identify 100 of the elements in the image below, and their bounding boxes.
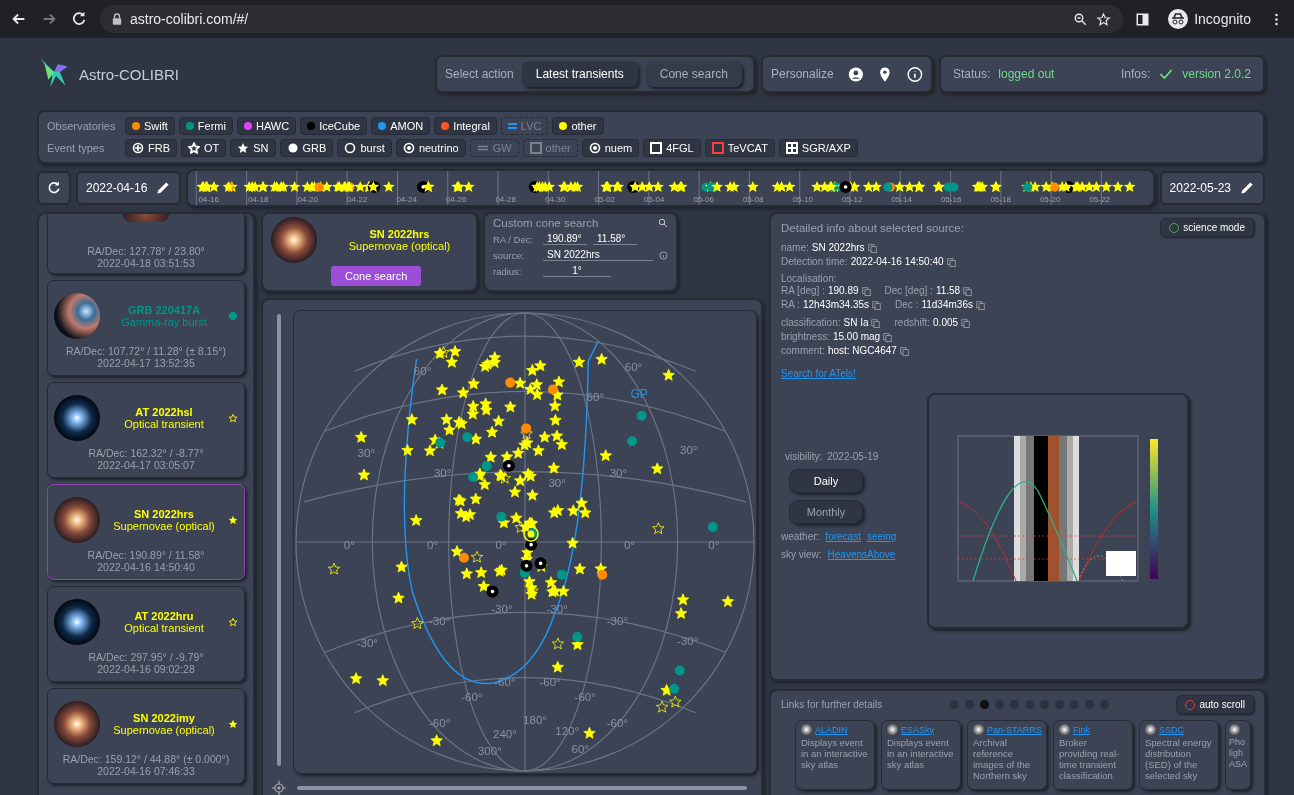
bookmark-star-icon[interactable]	[1096, 11, 1112, 27]
source-card[interactable]: AT 2022hru Optical transient RA/Dec: 297.95° / -9.79° 2022-04-16 09:02:28	[47, 586, 245, 682]
link-card[interactable]: SSDC Spectral energy distribution (SED) of the selected sky	[1139, 720, 1219, 790]
start-date-button[interactable]: 2022-04-16	[76, 171, 182, 205]
grid-label: 60°	[624, 361, 643, 374]
timeline-date-label: 04-24	[395, 195, 418, 204]
observatory-chip[interactable]: HAWC	[236, 117, 297, 135]
copy-icon[interactable]	[867, 243, 877, 253]
event-type-chip[interactable]: nuem	[581, 139, 640, 157]
timeline-date-label: 05-04	[642, 195, 666, 204]
event-type-chip[interactable]: OT	[181, 139, 227, 157]
refresh-button[interactable]	[37, 171, 71, 205]
ra-dec-text: RA/Dec: 159.12° / 44.88° (± 0.000°)	[62, 753, 230, 765]
visibility-mode-button[interactable]: Daily	[789, 469, 863, 493]
timeline-track[interactable]: 04-16 04-18 04-20 04-22 04-24 04-26 04-28 04-30 05-02 05-04 05-06 05-08 05-10 05-12 05-14 05-16 05-18 05-20 05-22	[186, 169, 1155, 207]
zoom-icon[interactable]	[1073, 11, 1089, 27]
links-title: Links for further details	[781, 699, 883, 710]
source-input-field[interactable]: SN 2022hrs	[543, 249, 653, 261]
vertical-slider[interactable]	[277, 314, 281, 766]
link-card[interactable]: Fink Broker providing real-time transient classification	[1053, 720, 1133, 790]
observatory-chip[interactable]: Swift	[125, 117, 175, 135]
horizontal-slider[interactable]	[297, 786, 747, 790]
service-logo-icon	[887, 724, 898, 735]
grid-label: -30°	[356, 637, 378, 650]
observatory-chip[interactable]: Fermi	[178, 117, 233, 135]
address-bar[interactable]: astro-colibri.com/#/	[100, 5, 1124, 33]
service-logo-icon	[1229, 724, 1240, 735]
action-tab[interactable]: Cone search	[645, 61, 742, 87]
detection-time-text: 2022-04-16 09:02:28	[97, 663, 195, 675]
service-description: Broker providing real-time transient classification	[1059, 737, 1121, 781]
visibility-mode-button[interactable]: Monthly	[789, 500, 863, 524]
end-date-button[interactable]: 2022-05-23	[1159, 171, 1265, 205]
event-type-chip[interactable]: FRB	[125, 139, 177, 157]
side-panel-icon[interactable]	[1135, 11, 1151, 27]
radius-input-field[interactable]: 1°	[543, 265, 611, 277]
event-type-chip[interactable]: GRB	[279, 139, 334, 157]
grid-label: -60°	[494, 675, 516, 688]
grid-label: 30°	[680, 443, 698, 456]
observatory-chip[interactable]: IceCube	[300, 117, 368, 135]
timeline-date-label: 04-20	[296, 195, 319, 204]
link-card[interactable]: ESASky Displays event in an interactive sky atlas	[881, 720, 961, 790]
source-card[interactable]: GRB 220417A Gamma-ray burst RA/Dec: 107.72° / 11.28° (± 8.15°) 2022-04-17 13:52:35	[47, 280, 245, 376]
grid-label: -30°	[491, 603, 513, 616]
selected-source-marker	[523, 526, 539, 542]
visibility-date: 2022-05-19	[827, 451, 879, 462]
timeline-date-label: 04-26	[444, 195, 468, 204]
timeline-date-label: 05-12	[840, 195, 864, 204]
copy-icon[interactable]	[946, 257, 956, 267]
observatory-chip[interactable]: other	[552, 117, 604, 135]
observatory-chip[interactable]: AMON	[371, 117, 431, 135]
detection-time-text: 2022-04-16 14:50:40	[97, 561, 195, 573]
field-label: RA :	[781, 298, 800, 312]
event-types-label: Event types	[47, 142, 106, 154]
service-logo-icon	[801, 724, 812, 735]
grid-label: -60°	[606, 716, 629, 729]
source-card[interactable]: RA/Dec: 127.78° / 23.80° 2022-04-18 03:51:53	[47, 214, 245, 274]
source-label: source:	[493, 249, 526, 261]
grid-label: 30°	[609, 466, 628, 479]
star-outline-marker-icon	[228, 617, 238, 627]
event-type-chip[interactable]: 4FGL	[643, 139, 701, 157]
grid-label: -60°	[574, 690, 596, 703]
search-icon[interactable]	[658, 218, 668, 228]
timeline-date-label: 05-14	[890, 195, 913, 204]
sky-view-label: sky view:	[781, 549, 822, 560]
grid-label: -30°	[429, 615, 451, 628]
source-card[interactable]: SN 2022hrs Supernovae (optical) RA/Dec: 190.89° / 11.58° 2022-04-16 14:50:40	[47, 484, 245, 580]
event-type-chip[interactable]: SN	[230, 139, 276, 157]
carousel-dot[interactable]	[979, 700, 989, 709]
link-card[interactable]: Pan-STARRS Archival reference images of the Northern sky	[967, 720, 1047, 790]
reload-icon[interactable]	[70, 10, 88, 28]
event-type-chip[interactable]: neutrino	[395, 139, 466, 157]
grid-label: 240°	[493, 727, 517, 740]
dec-input-field[interactable]: 11.58°	[593, 233, 637, 245]
thumbnail-image	[54, 497, 100, 543]
science-mode-toggle[interactable]: science mode	[1160, 218, 1254, 237]
recenter-icon[interactable]	[271, 780, 287, 795]
field-label: classification:	[781, 316, 841, 330]
auto-scroll-toggle[interactable]: auto scroll	[1176, 695, 1254, 714]
field-label: redshift:	[894, 316, 931, 330]
event-type-chip[interactable]: TeVCAT	[704, 139, 775, 157]
profile-button[interactable]: Incognito	[1162, 7, 1257, 31]
source-card[interactable]: SN 2022imy Supernovae (optical) RA/Dec: 159.12° / 44.88° (± 0.000°) 2022-04-16 07:46:33	[47, 688, 245, 784]
personalize-label: Personalize	[771, 67, 834, 81]
action-tab[interactable]: Latest transients	[521, 61, 638, 87]
event-type-chip[interactable]: SGR/AXP	[778, 139, 858, 157]
account-icon[interactable]	[847, 65, 864, 83]
grid-label: 30°	[357, 446, 376, 459]
source-name: SN 2022hrs	[134, 508, 194, 520]
link-card[interactable]: Pho ligh ASA	[1225, 720, 1251, 790]
ra-dec-text: RA/Dec: 107.72° / 11.28° (± 8.15°)	[66, 345, 226, 357]
ra-input-field[interactable]: 190.89°	[543, 233, 587, 245]
source-card[interactable]: AT 2022hsl Optical transient RA/Dec: 162.32° / -8.77° 2022-04-17 03:05:07	[47, 382, 245, 478]
field-label: Dec [deg] :	[884, 284, 933, 298]
link-card[interactable]: ALADIN Displays event in an interactive sky atlas	[795, 720, 875, 790]
url-text: astro-colibri.com/#/	[130, 11, 249, 27]
event-type-chip[interactable]: burst	[337, 139, 392, 157]
observatory-chip[interactable]: Integral	[434, 117, 497, 135]
timeline-date-label: 05-22	[1088, 195, 1111, 204]
timeline-date-label: 04-16	[197, 195, 220, 204]
cone-search-button[interactable]: Cone search	[331, 266, 422, 286]
